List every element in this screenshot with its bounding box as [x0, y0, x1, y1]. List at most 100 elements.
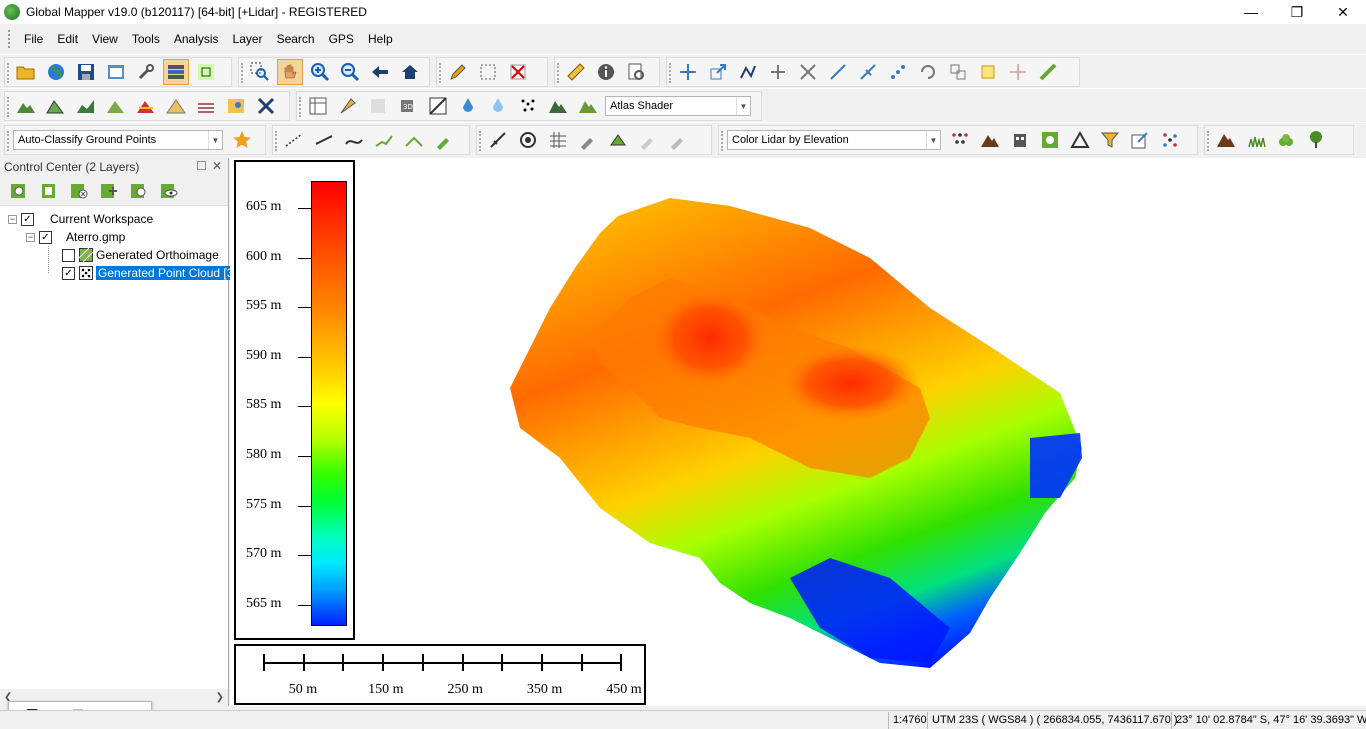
- tree-layer-orthoimage[interactable]: Generated Orthoimage: [62, 246, 219, 264]
- layer-metadata-icon[interactable]: [36, 178, 62, 204]
- bush-icon[interactable]: [1273, 127, 1299, 153]
- tree-file[interactable]: − ✓ Aterro.gmp: [26, 228, 125, 246]
- line-vertex-icon[interactable]: [825, 59, 851, 85]
- close-button[interactable]: ✕: [1320, 0, 1366, 24]
- fill-icon[interactable]: [605, 127, 631, 153]
- building-icon[interactable]: [1007, 127, 1033, 153]
- grass-icon[interactable]: [1243, 127, 1269, 153]
- chevron-down-icon[interactable]: ▼: [736, 97, 750, 115]
- orthoimage-checkbox[interactable]: [62, 248, 75, 262]
- map-view[interactable]: 605 m 600 m 595 m 590 m 585 m 580 m 575 m 570 m…: [230, 158, 1366, 706]
- grid-icon[interactable]: [545, 127, 571, 153]
- save-icon[interactable]: [73, 59, 99, 85]
- light-direction-icon[interactable]: [335, 93, 361, 119]
- image-icon[interactable]: [223, 93, 249, 119]
- line-measure-icon[interactable]: [485, 127, 511, 153]
- paint-brush-icon[interactable]: [575, 127, 601, 153]
- control-center-icon[interactable]: [163, 59, 189, 85]
- pan-hand-icon[interactable]: [277, 59, 303, 85]
- chevron-down-icon[interactable]: ▼: [208, 131, 222, 149]
- overview-map-icon[interactable]: [193, 59, 219, 85]
- close-layer-icon[interactable]: [66, 178, 92, 204]
- volume-icon[interactable]: [163, 93, 189, 119]
- workspace-checkbox[interactable]: ✓: [21, 212, 34, 226]
- minimize-button[interactable]: —: [1228, 0, 1274, 24]
- disabled-pen-icon[interactable]: [665, 127, 691, 153]
- lidar-color-select[interactable]: Color Lidar by Elevation ▼: [727, 130, 941, 150]
- menu-edit[interactable]: Edit: [50, 26, 85, 52]
- globe-icon[interactable]: [43, 59, 69, 85]
- breakline-icon[interactable]: [371, 127, 397, 153]
- close-panel-icon[interactable]: ✕: [212, 159, 222, 173]
- scale-icon[interactable]: [945, 59, 971, 85]
- dock-icon[interactable]: ☐: [196, 159, 207, 173]
- wrench-icon[interactable]: [133, 59, 159, 85]
- ridge-icon[interactable]: [401, 127, 427, 153]
- scroll-right-icon[interactable]: ❯: [216, 692, 224, 703]
- mountains-icon[interactable]: [545, 93, 571, 119]
- point-cloud-checkbox[interactable]: ✓: [62, 266, 75, 280]
- split-icon[interactable]: [795, 59, 821, 85]
- menu-search[interactable]: Search: [270, 26, 322, 52]
- move-vertex-icon[interactable]: [765, 59, 791, 85]
- layer-projection-icon[interactable]: [96, 178, 122, 204]
- shader-select[interactable]: Atlas Shader ▼: [605, 96, 751, 116]
- tree-layer-point-cloud[interactable]: ✓ Generated Point Cloud [3: [62, 264, 236, 282]
- lidar-points-icon[interactable]: [515, 93, 541, 119]
- ruler-icon[interactable]: [563, 59, 589, 85]
- chevron-down-icon[interactable]: ▼: [926, 131, 940, 149]
- view-shed-icon[interactable]: [103, 93, 129, 119]
- move-icon[interactable]: [675, 59, 701, 85]
- maximize-button[interactable]: ❐: [1274, 0, 1320, 24]
- edit-classification-icon[interactable]: [1127, 127, 1153, 153]
- layer-visibility-icon[interactable]: [156, 178, 182, 204]
- rotate-icon[interactable]: [915, 59, 941, 85]
- triangle-icon[interactable]: [1067, 127, 1093, 153]
- filter-icon[interactable]: [1097, 127, 1123, 153]
- anaglyph-icon[interactable]: [365, 93, 391, 119]
- 3d-cube-icon[interactable]: 3D: [395, 93, 421, 119]
- workspace-icon[interactable]: [103, 59, 129, 85]
- menu-tools[interactable]: Tools: [125, 26, 167, 52]
- water-drop-icon[interactable]: [485, 93, 511, 119]
- peaks-icon[interactable]: [575, 93, 601, 119]
- menu-file[interactable]: File: [17, 26, 50, 52]
- file-checkbox[interactable]: ✓: [39, 230, 52, 244]
- smooth-icon[interactable]: [885, 59, 911, 85]
- pencil-icon[interactable]: [445, 59, 471, 85]
- resize-icon[interactable]: [705, 59, 731, 85]
- contour-icon[interactable]: [43, 93, 69, 119]
- satellite-icon[interactable]: [253, 93, 279, 119]
- edit-vertices-icon[interactable]: [735, 59, 761, 85]
- zoom-out-icon[interactable]: [337, 59, 363, 85]
- tree-workspace[interactable]: − ✓ Current Workspace: [8, 210, 153, 228]
- back-arrow-icon[interactable]: [367, 59, 393, 85]
- target-icon[interactable]: [515, 127, 541, 153]
- menu-grip[interactable]: [8, 30, 11, 48]
- delete-x-icon[interactable]: [505, 59, 531, 85]
- 3d-view-icon[interactable]: [305, 93, 331, 119]
- cut-line-icon[interactable]: [855, 59, 881, 85]
- zoom-to-layer-icon[interactable]: [126, 178, 152, 204]
- menu-view[interactable]: View: [85, 26, 125, 52]
- tree-icon[interactable]: [1303, 127, 1329, 153]
- menu-layer[interactable]: Layer: [226, 26, 270, 52]
- layer-options-icon[interactable]: [6, 178, 32, 204]
- mountain-icon[interactable]: [1213, 127, 1239, 153]
- watershed-icon[interactable]: [133, 93, 159, 119]
- menu-gps[interactable]: GPS: [322, 26, 361, 52]
- terrain-icon[interactable]: [13, 93, 39, 119]
- crosshair-icon[interactable]: [1005, 59, 1031, 85]
- measure-line-icon[interactable]: [1035, 59, 1061, 85]
- zoom-box-icon[interactable]: [247, 59, 273, 85]
- menu-analysis[interactable]: Analysis: [167, 26, 226, 52]
- menu-help[interactable]: Help: [361, 26, 400, 52]
- cut-fill-icon[interactable]: [193, 93, 219, 119]
- classify-select[interactable]: Auto-Classify Ground Points ▼: [13, 130, 223, 150]
- rectangle-select-icon[interactable]: [975, 59, 1001, 85]
- curve-tool-icon[interactable]: [341, 127, 367, 153]
- line-tool-icon[interactable]: [311, 127, 337, 153]
- slope-icon[interactable]: [425, 93, 451, 119]
- zoom-in-icon[interactable]: [307, 59, 333, 85]
- collapse-icon[interactable]: −: [8, 214, 17, 224]
